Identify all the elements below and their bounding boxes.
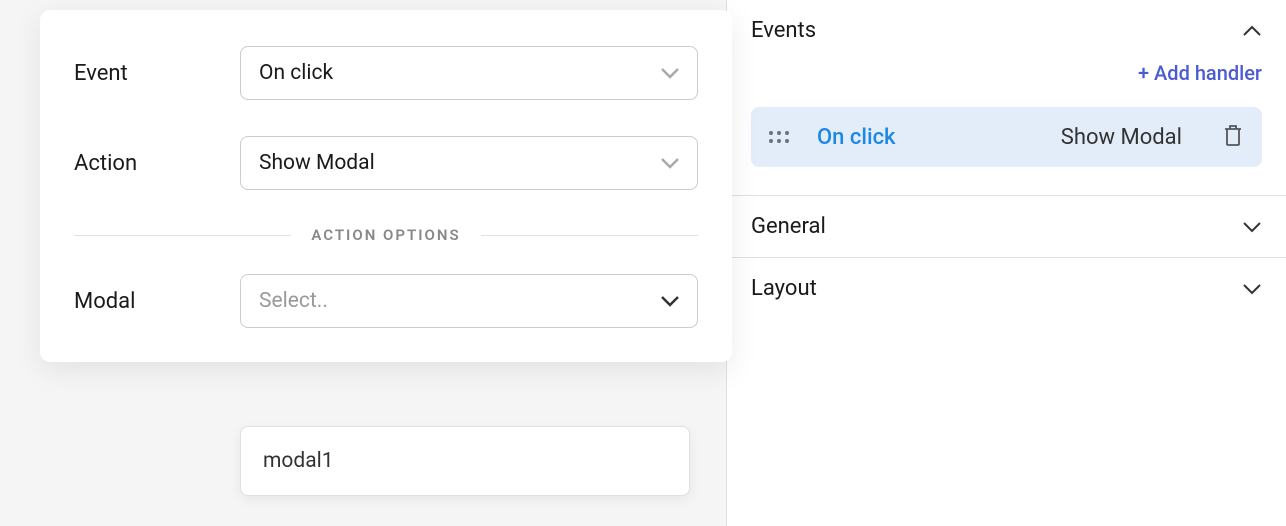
- chevron-up-icon: [1242, 21, 1262, 41]
- properties-panel: Events + Add handler On click Show Modal: [726, 0, 1286, 526]
- chevron-down-icon: [661, 292, 679, 311]
- layout-section: Layout: [727, 257, 1286, 319]
- action-options-divider: ACTION OPTIONS: [74, 226, 698, 244]
- add-handler-button[interactable]: + Add handler: [1138, 61, 1262, 85]
- events-section-body: + Add handler On click Show Modal: [727, 61, 1286, 195]
- add-handler-row: + Add handler: [751, 61, 1262, 85]
- action-select-value: Show Modal: [259, 151, 375, 175]
- event-handler-row[interactable]: On click Show Modal: [751, 107, 1262, 167]
- modal-label: Modal: [74, 289, 240, 314]
- modal-select-placeholder: Select..: [259, 289, 328, 313]
- delete-icon[interactable]: [1222, 123, 1244, 151]
- chevron-down-icon: [1242, 217, 1262, 237]
- events-section: Events + Add handler On click Show Modal: [727, 0, 1286, 195]
- modal-select[interactable]: Select..: [240, 274, 698, 328]
- general-section-header[interactable]: General: [727, 196, 1286, 257]
- handler-action-label: Show Modal: [1061, 125, 1182, 150]
- modal-dropdown-list: modal1: [240, 426, 690, 496]
- action-label: Action: [74, 151, 240, 176]
- events-section-title: Events: [751, 18, 816, 43]
- drag-handle-icon[interactable]: [769, 131, 789, 143]
- handler-event-label: On click: [817, 125, 896, 150]
- general-section-title: General: [751, 214, 826, 239]
- event-row: Event On click: [74, 46, 698, 100]
- chevron-down-icon: [1242, 279, 1262, 299]
- action-select[interactable]: Show Modal: [240, 136, 698, 190]
- action-options-label: ACTION OPTIONS: [291, 226, 480, 244]
- general-section: General: [727, 195, 1286, 257]
- event-select-value: On click: [259, 61, 333, 85]
- chevron-down-icon: [661, 64, 679, 83]
- layout-section-title: Layout: [751, 276, 817, 301]
- layout-section-header[interactable]: Layout: [727, 258, 1286, 319]
- modal-dropdown-option[interactable]: modal1: [241, 435, 689, 487]
- chevron-down-icon: [661, 154, 679, 173]
- event-select[interactable]: On click: [240, 46, 698, 100]
- modal-row: Modal Select..: [74, 274, 698, 328]
- events-section-header[interactable]: Events: [727, 0, 1286, 61]
- handler-config-popup: Event On click Action Show Modal ACTION …: [40, 10, 732, 362]
- event-label: Event: [74, 61, 240, 86]
- action-row: Action Show Modal: [74, 136, 698, 190]
